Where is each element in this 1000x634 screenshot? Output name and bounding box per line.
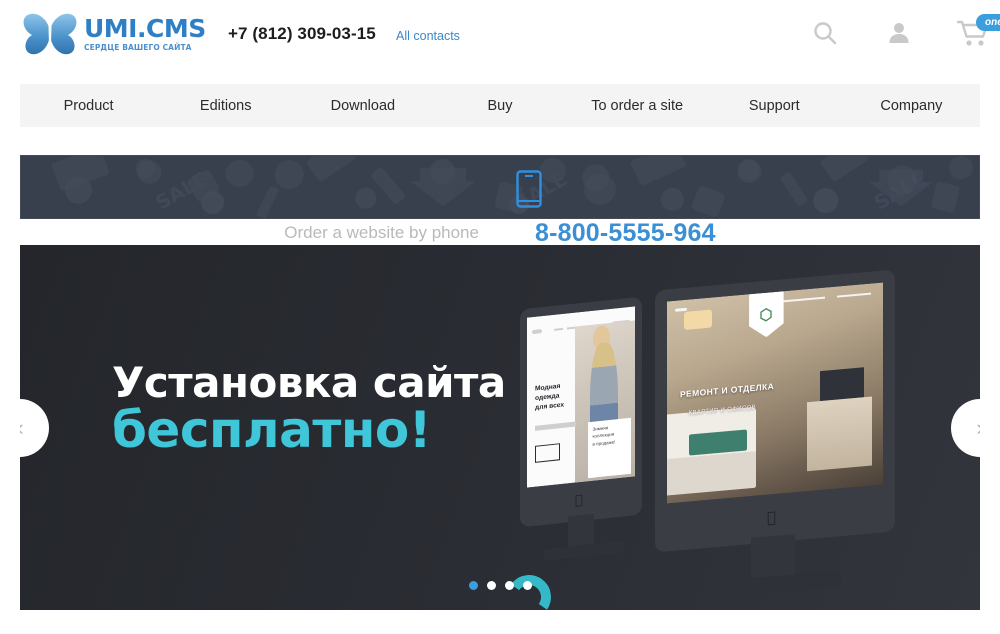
decorative-arc	[503, 571, 555, 610]
promo-pattern-background: SALE SALE SALE	[51, 156, 974, 218]
nav-item-buy[interactable]: Buy	[431, 98, 568, 114]
promo-banner[interactable]: SALE SALE SALE	[20, 155, 980, 219]
search-icon[interactable]	[806, 14, 844, 52]
butterfly-logo-icon	[22, 11, 78, 57]
apple-logo-icon: 	[767, 508, 776, 527]
all-contacts-link[interactable]: All contacts	[396, 29, 460, 43]
monitor-left-site-title: Модная одежда для всех	[534, 383, 564, 412]
monitor-left-site-button	[534, 443, 561, 464]
promo-cta-label: Order a website by phone	[284, 223, 479, 242]
cart-icon[interactable]: one	[954, 14, 1000, 52]
promo-call-to-action: Order a website by phone 8-800-5555-964	[20, 219, 980, 247]
user-icon[interactable]	[880, 14, 918, 52]
cart-badge: one	[976, 14, 1000, 31]
logo[interactable]: UMI.CMS СЕРДЦЕ ВАШЕГО САЙТА	[22, 8, 206, 60]
header-icon-group: one	[806, 14, 1000, 52]
main-navigation: Product Editions Download Buy To order a…	[20, 84, 980, 127]
logo-name: UMI.CMS	[84, 14, 206, 44]
header-phone[interactable]: +7 (812) 309-03-15	[228, 24, 376, 44]
monitor-right-website: РЕМОНТ И ОТДЕЛКА КВАРТИР И ОФИСОВ	[667, 282, 883, 504]
monitor-right: РЕМОНТ И ОТДЕЛКА КВАРТИР И ОФИСОВ 	[655, 269, 895, 598]
monitor-left-site-paragraph	[534, 421, 576, 431]
monitor-left-site-card: Зимняя коллекция в продаже!	[587, 417, 631, 478]
logo-tagline: СЕРДЦЕ ВАШЕГО САЙТА	[84, 43, 192, 53]
site-header: UMI.CMS СЕРДЦЕ ВАШЕГО САЙТА +7 (812) 309…	[0, 0, 1000, 68]
nav-item-product[interactable]: Product	[20, 98, 157, 114]
mobile-phone-icon	[516, 170, 542, 213]
nav-item-editions[interactable]: Editions	[157, 98, 294, 114]
monitor-right-site-logo	[749, 291, 784, 338]
carousel-next-button[interactable]: ›	[951, 398, 980, 457]
hero-subtitle: бесплатно!	[112, 401, 432, 459]
monitor-left: Модная одежда для всех Зимняя коллекция в пр…	[520, 296, 642, 562]
hero-slider: Установка сайта бесплатно! Модная одежда…	[20, 245, 980, 610]
chevron-right-icon: ›	[976, 416, 980, 439]
nav-item-company[interactable]: Company	[843, 98, 980, 114]
carousel-dot-3[interactable]	[504, 581, 514, 590]
carousel-prev-button[interactable]: ‹	[20, 398, 49, 457]
chevron-left-icon: ‹	[20, 416, 24, 439]
monitor-left-website: Модная одежда для всех Зимняя коллекция в пр…	[527, 306, 635, 488]
carousel-dot-4[interactable]	[522, 581, 532, 590]
logo-text: UMI.CMS СЕРДЦЕ ВАШЕГО САЙТА	[84, 16, 206, 52]
nav-item-support[interactable]: Support	[706, 98, 843, 114]
promo-cta-phone[interactable]: 8-800-5555-964	[535, 219, 716, 248]
nav-item-to-order-a-site[interactable]: To order a site	[569, 98, 706, 114]
carousel-dot-2[interactable]	[486, 581, 496, 590]
carousel-dots	[20, 581, 980, 590]
nav-item-download[interactable]: Download	[294, 98, 431, 114]
hero-title: Установка сайта	[112, 358, 506, 407]
monitor-right-site-title: РЕМОНТ И ОТДЕЛКА	[679, 380, 775, 400]
carousel-dot-1[interactable]	[468, 581, 478, 590]
apple-logo-icon: 	[575, 493, 583, 509]
